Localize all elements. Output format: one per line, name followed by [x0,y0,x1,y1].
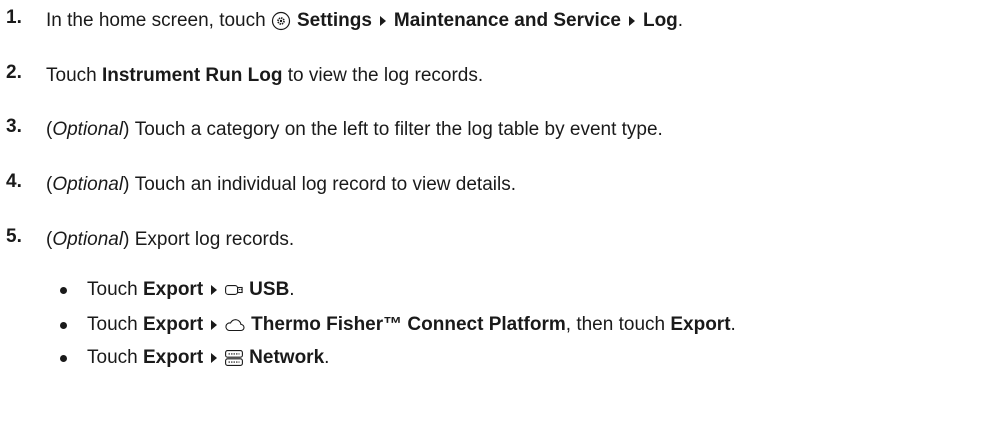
settings-gear-icon [271,11,291,31]
step-3: 3. (Optional) Touch a category on the le… [0,115,663,145]
tail-text: , then touch [565,314,666,335]
touch-text: Touch [87,279,138,300]
touch-text: Touch [87,314,138,335]
thermo-fisher-connect-label: Thermo Fisher™ Connect Platform [251,314,566,335]
path-settings: Settings [296,10,372,31]
usb-label: USB [249,279,290,300]
export-cloud-item: Touch Export Thermo Fisher™ Connect Plat… [60,311,736,339]
step-number: 5. [6,226,22,247]
cloud-icon [225,318,245,332]
export-menu-label: Export [142,279,204,300]
step-number: 2. [6,62,22,83]
step-number: 4. [6,171,22,192]
usb-icon [225,284,243,296]
arrow-right-icon [628,16,635,26]
network-label: Network [249,347,325,368]
export-menu-label: Export [142,347,204,368]
optional-label: Optional [52,229,124,250]
arrow-right-icon [211,320,218,330]
optional-label: Optional [52,119,124,140]
bullet-dot [60,321,67,329]
step-number: 1. [6,7,22,28]
bullet-dot [60,286,67,294]
punctuation: . [324,347,330,368]
arrow-right-icon [211,353,218,363]
export-menu-label: Export [142,314,204,335]
export-action-label: Export [670,314,731,335]
step-text: Touch [46,65,97,86]
step-text: In the home screen, touch [46,10,266,31]
arrow-right-icon [211,285,218,295]
punctuation: . [677,10,684,31]
punctuation: . [730,314,736,335]
network-icon [225,350,244,366]
step-text: Touch a category on the left to filter t… [134,119,663,140]
arrow-right-icon [379,16,386,26]
instruction-page: 1. In the home screen, touch Settings Ma… [0,0,1006,437]
optional-label: Optional [52,174,124,195]
touch-text: Touch [87,347,138,368]
step-text-tail: to view the log records. [287,65,484,86]
step-4: 4. (Optional) Touch an individual log re… [0,170,516,200]
bullet-dot [60,354,67,362]
step-text: Export log records. [134,229,295,250]
step-1: 1. In the home screen, touch Settings Ma… [0,6,683,36]
path-log: Log [642,10,678,31]
step-5: 5. (Optional) Export log records. [0,225,294,255]
instrument-run-log-label: Instrument Run Log [101,65,283,86]
step-number: 3. [6,116,22,137]
export-usb-item: Touch Export USB. [60,276,295,304]
step-text: Touch an individual log record to view d… [134,174,516,195]
punctuation: . [289,279,295,300]
step-2: 2. Touch Instrument Run Log to view the … [0,61,483,91]
export-network-item: Touch Export Network. [60,344,329,372]
path-maintenance: Maintenance and Service [393,10,621,31]
